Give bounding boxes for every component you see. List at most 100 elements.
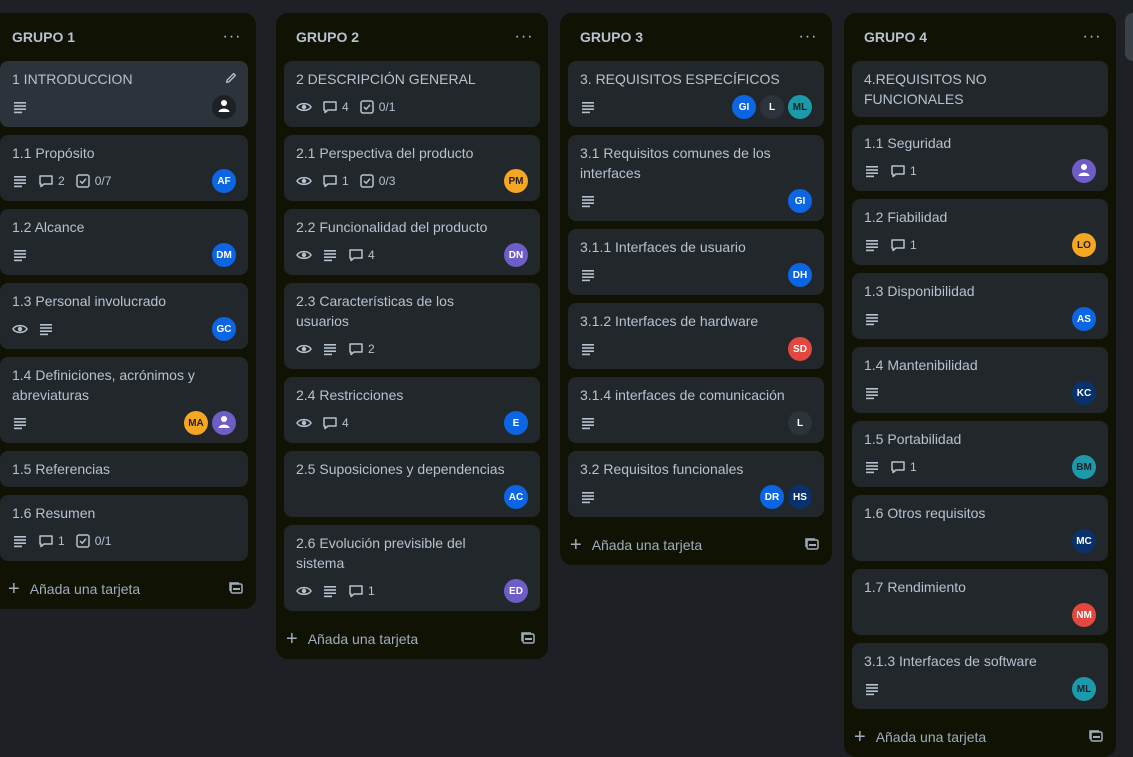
member-avatar[interactable]: L <box>760 95 784 119</box>
card[interactable]: 1.5 Referencias <box>0 451 248 487</box>
member-initials: NM <box>1076 609 1092 621</box>
member-avatar[interactable]: KC <box>1072 381 1096 405</box>
card-title: 1.2 Fiabilidad <box>864 209 948 225</box>
member-avatar[interactable] <box>1072 159 1096 183</box>
add-card-button[interactable]: + Añada una tarjeta <box>276 619 548 659</box>
card[interactable]: 2.4 Restricciones 4 E <box>284 377 540 443</box>
card[interactable]: 3.1 Requisitos comunes de los interfaces… <box>568 135 824 221</box>
card[interactable]: 1.5 Portabilidad 1 BM <box>852 421 1108 487</box>
card[interactable]: 1.4 Mantenibilidad KC <box>852 347 1108 413</box>
card[interactable]: 3.1.3 Interfaces de software ML <box>852 643 1108 709</box>
card[interactable]: 2.2 Funcionalidad del producto 4 DN <box>284 209 540 275</box>
member-avatar[interactable]: DM <box>212 243 236 267</box>
card[interactable]: 3. REQUISITOS ESPECÍFICOS GI L ML <box>568 61 824 127</box>
add-card-button[interactable]: + Añada una tarjeta <box>0 569 256 609</box>
card[interactable]: 3.1.1 Interfaces de usuario DH <box>568 229 824 295</box>
list-menu-icon[interactable]: ··· <box>1080 25 1104 49</box>
card-title: 1 INTRODUCCION <box>12 71 133 87</box>
card-title: 1.6 Otros requisitos <box>864 505 986 521</box>
list-title[interactable]: GRUPO 2 <box>296 29 359 45</box>
create-from-template-icon[interactable] <box>1088 728 1104 747</box>
create-from-template-icon[interactable] <box>804 536 820 555</box>
card-members: MA <box>184 411 236 435</box>
edit-pencil-icon[interactable] <box>224 71 238 90</box>
card-members <box>212 95 236 119</box>
member-avatar[interactable]: BM <box>1072 455 1096 479</box>
list-header: GRUPO 1 ··· <box>0 13 256 61</box>
member-avatar[interactable]: AF <box>212 169 236 193</box>
card[interactable]: 1.6 Resumen 1 0/1 <box>0 495 248 561</box>
card[interactable]: 2.3 Características de los usuarios 2 <box>284 283 540 369</box>
card[interactable]: 1.3 Personal involucrado GC <box>0 283 248 349</box>
create-from-template-icon[interactable] <box>228 580 244 599</box>
add-card-button[interactable]: + Añada una tarjeta <box>844 717 1116 757</box>
member-avatar[interactable]: DH <box>788 263 812 287</box>
member-initials: SD <box>793 343 807 355</box>
member-avatar[interactable]: SD <box>788 337 812 361</box>
card[interactable]: 1.1 Seguridad 1 <box>852 125 1108 191</box>
description-icon <box>322 247 338 263</box>
member-avatar[interactable]: ED <box>504 579 528 603</box>
member-avatar[interactable]: PM <box>504 169 528 193</box>
card[interactable]: 2.5 Suposiciones y dependencias AC <box>284 451 540 517</box>
card-badges: 1 0/3 <box>296 173 395 189</box>
list-title[interactable]: GRUPO 3 <box>580 29 643 45</box>
card[interactable]: 2.6 Evolución previsible del sistema 1 ED <box>284 525 540 611</box>
card[interactable]: 1.6 Otros requisitos MC <box>852 495 1108 561</box>
card[interactable]: 3.2 Requisitos funcionales DR HS <box>568 451 824 517</box>
user-icon <box>216 98 232 117</box>
checklist-badge: 0/7 <box>75 173 111 189</box>
create-from-template-icon[interactable] <box>520 630 536 649</box>
member-avatar[interactable]: DR <box>760 485 784 509</box>
card-footer: AC <box>296 485 528 509</box>
next-list-edge[interactable] <box>1125 13 1133 61</box>
card-badges: 1 0/1 <box>12 533 111 549</box>
member-avatar[interactable]: DN <box>504 243 528 267</box>
member-initials: ED <box>509 585 523 597</box>
list-title[interactable]: GRUPO 1 <box>12 29 75 45</box>
card[interactable]: 3.1.2 Interfaces de hardware SD <box>568 303 824 369</box>
card[interactable]: 1.1 Propósito 2 0/7 AF <box>0 135 248 201</box>
board-top-strip <box>0 0 1133 12</box>
member-avatar[interactable]: AS <box>1072 307 1096 331</box>
member-avatar[interactable]: ML <box>1072 677 1096 701</box>
list-menu-icon[interactable]: ··· <box>796 25 820 49</box>
card[interactable]: 1.4 Definiciones, acrónimos y abreviatur… <box>0 357 248 443</box>
add-card-button[interactable]: + Añada una tarjeta <box>560 525 832 565</box>
list-title[interactable]: GRUPO 4 <box>864 29 927 45</box>
member-avatar[interactable]: AC <box>504 485 528 509</box>
member-avatar[interactable] <box>212 411 236 435</box>
list-menu-icon[interactable]: ··· <box>512 25 536 49</box>
comments-badge: 2 <box>348 341 375 357</box>
member-avatar[interactable]: MC <box>1072 529 1096 553</box>
member-avatar[interactable]: L <box>788 411 812 435</box>
member-avatar[interactable]: ML <box>788 95 812 119</box>
card-list: 3. REQUISITOS ESPECÍFICOS GI L ML 3.1 Requis… <box>560 61 832 517</box>
member-avatar[interactable]: E <box>504 411 528 435</box>
member-avatar[interactable]: HS <box>788 485 812 509</box>
member-avatar[interactable]: GI <box>788 189 812 213</box>
card-badges <box>580 193 596 209</box>
member-avatar[interactable]: NM <box>1072 603 1096 627</box>
card[interactable]: 4.REQUISITOS NO FUNCIONALES <box>852 61 1108 117</box>
card-members: GC <box>212 317 236 341</box>
card[interactable]: 2 DESCRIPCIÓN GENERAL 4 0/1 <box>284 61 540 127</box>
member-avatar[interactable]: LO <box>1072 233 1096 257</box>
description-icon <box>580 415 596 431</box>
card[interactable]: 2.1 Perspectiva del producto 1 0/3 PM <box>284 135 540 201</box>
card[interactable]: 1.3 Disponibilidad AS <box>852 273 1108 339</box>
card-footer: GI <box>580 189 812 213</box>
card[interactable]: 1.2 Fiabilidad 1 LO <box>852 199 1108 265</box>
checklist-count: 0/1 <box>378 100 396 114</box>
member-avatar[interactable]: GC <box>212 317 236 341</box>
card[interactable]: 3.1.4 interfaces de comunicación L <box>568 377 824 443</box>
description-icon <box>580 489 596 505</box>
member-avatar[interactable] <box>212 95 236 119</box>
card[interactable]: 1.7 Rendimiento NM <box>852 569 1108 635</box>
member-avatar[interactable]: MA <box>184 411 208 435</box>
description-icon <box>322 583 338 599</box>
list-menu-icon[interactable]: ··· <box>220 25 244 49</box>
card[interactable]: 1 INTRODUCCION <box>0 61 248 127</box>
member-avatar[interactable]: GI <box>732 95 756 119</box>
card[interactable]: 1.2 Alcance DM <box>0 209 248 275</box>
